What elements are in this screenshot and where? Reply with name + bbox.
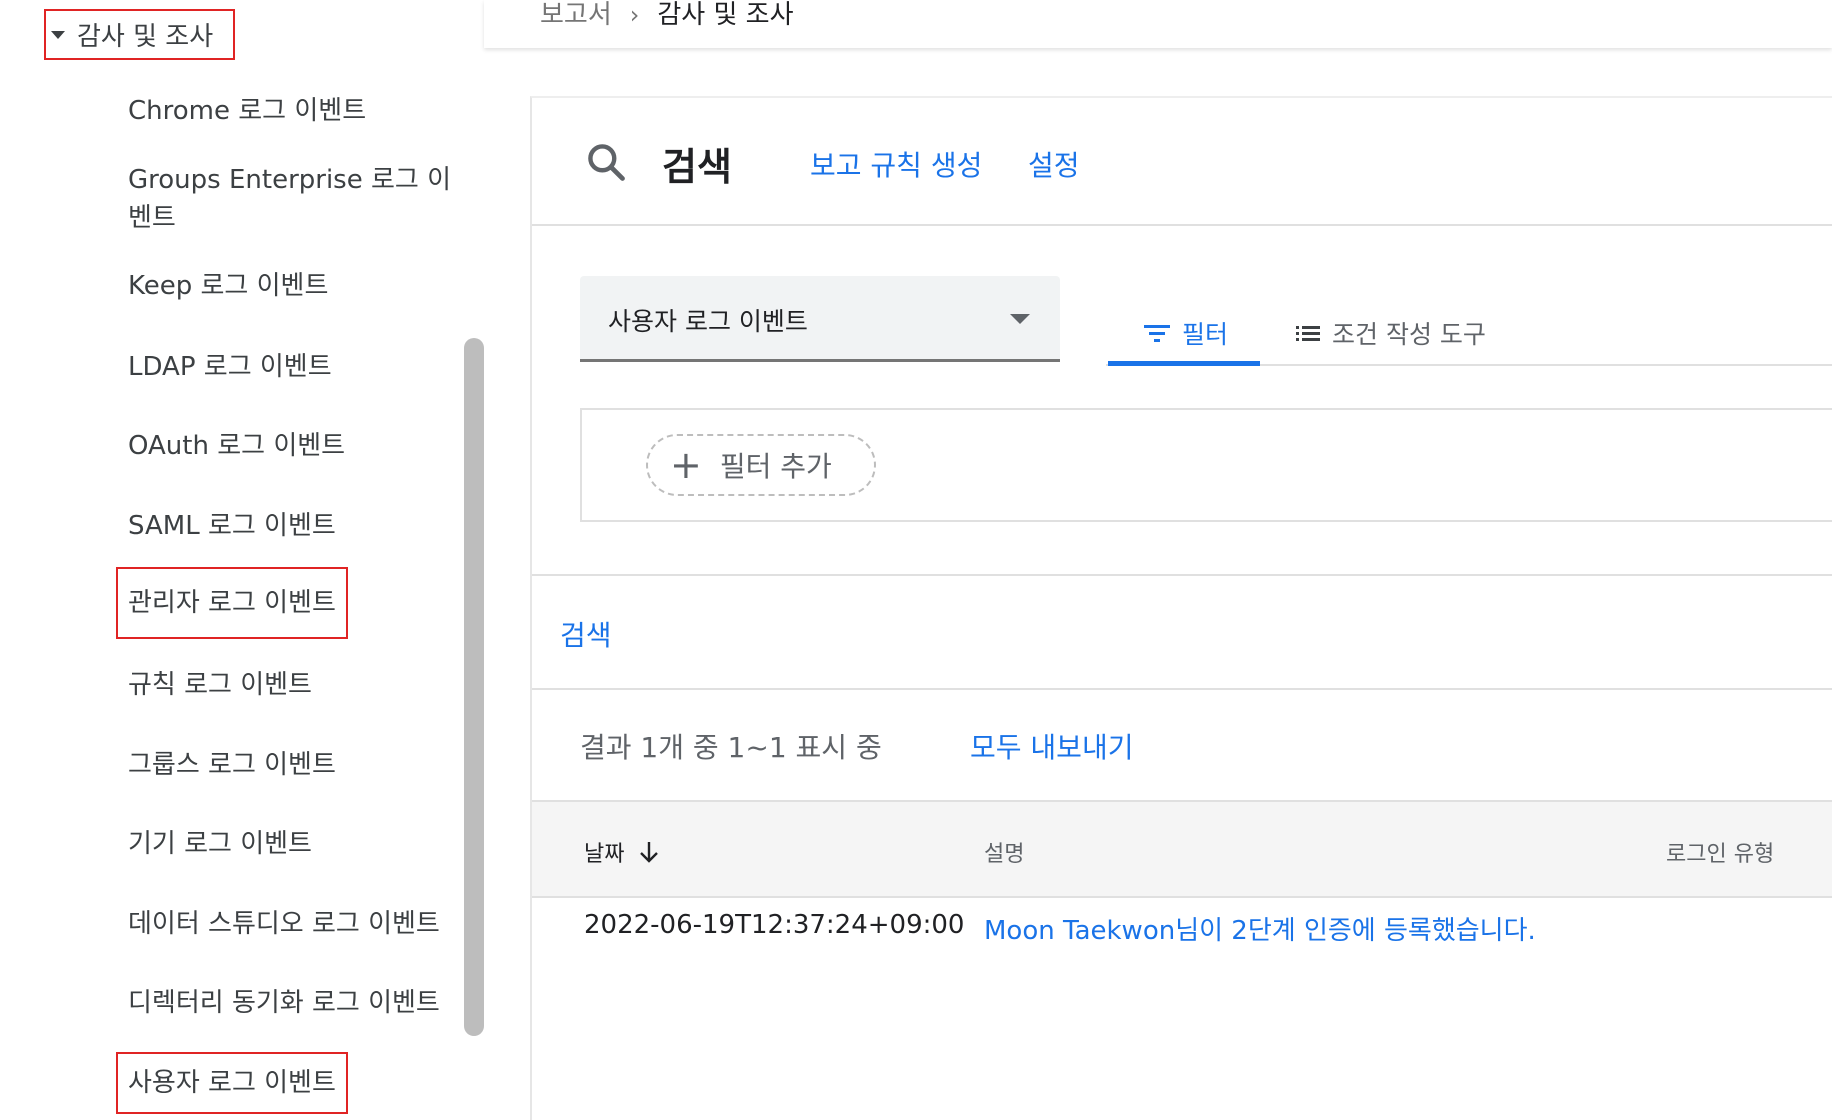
sidebar-item-groups-enterprise-cont[interactable]: 벤트 bbox=[128, 199, 176, 237]
settings-link[interactable]: 설정 bbox=[1028, 144, 1080, 184]
search-icon bbox=[588, 144, 625, 181]
sidebar-item-ldap[interactable]: LDAP 로그 이벤트 bbox=[128, 348, 332, 386]
arrow-down-icon bbox=[640, 842, 659, 863]
sidebar-section-label: 감사 및 조사 bbox=[77, 22, 214, 52]
data-source-select[interactable]: 사용자 로그 이벤트 bbox=[580, 276, 1060, 362]
table-header: 날짜 설명 로그인 유형 bbox=[532, 800, 1832, 898]
page-title: 검색 bbox=[662, 145, 732, 189]
breadcrumb-current: 감사 및 조사 bbox=[657, 0, 794, 30]
data-source-value: 사용자 로그 이벤트 bbox=[608, 307, 808, 336]
column-header-date-label: 날짜 bbox=[584, 842, 625, 867]
export-all-link[interactable]: 모두 내보내기 bbox=[970, 726, 1133, 766]
breadcrumb-separator: › bbox=[629, 1, 640, 29]
sidebar-item-directory-sync[interactable]: 디렉터리 동기화 로그 이벤트 bbox=[128, 984, 440, 1022]
sidebar: 감사 및 조사 Chrome 로그 이벤트 Groups Enterprise … bbox=[0, 0, 484, 1120]
active-tab-indicator bbox=[1108, 361, 1260, 366]
sidebar-item-chrome[interactable]: Chrome 로그 이벤트 bbox=[128, 92, 366, 130]
table-row-description[interactable]: Moon Taekwon님이 2단계 인증에 등록했습니다. bbox=[984, 910, 1536, 947]
breadcrumb-reports[interactable]: 보고서 bbox=[540, 0, 612, 30]
create-report-rule-link[interactable]: 보고 규칙 생성 bbox=[810, 144, 982, 184]
filter-area: + 필터 추가 bbox=[580, 408, 1832, 522]
add-filter-label: 필터 추가 bbox=[719, 450, 832, 483]
caret-down-icon bbox=[51, 30, 65, 39]
sidebar-item-oauth[interactable]: OAuth 로그 이벤트 bbox=[128, 427, 345, 465]
sidebar-item-groups[interactable]: 그룹스 로그 이벤트 bbox=[128, 746, 336, 784]
filter-icon bbox=[1144, 325, 1170, 342]
sidebar-item-data-studio[interactable]: 데이터 스튜디오 로그 이벤트 bbox=[128, 905, 440, 943]
tab-condition-builder[interactable]: 조건 작성 도구 bbox=[1296, 302, 1486, 364]
list-icon bbox=[1296, 326, 1320, 341]
sidebar-item-admin[interactable]: 관리자 로그 이벤트 bbox=[116, 567, 348, 639]
column-header-description[interactable]: 설명 bbox=[984, 836, 1024, 868]
add-filter-button[interactable]: + 필터 추가 bbox=[646, 434, 876, 496]
breadcrumb: 보고서 › 감사 및 조사 bbox=[484, 0, 1832, 48]
search-button[interactable]: 검색 bbox=[560, 614, 612, 654]
sidebar-item-rules[interactable]: 규칙 로그 이벤트 bbox=[128, 666, 312, 704]
sidebar-item-keep[interactable]: Keep 로그 이벤트 bbox=[128, 267, 328, 305]
table-row-date: 2022-06-19T12:37:24+09:00 bbox=[584, 910, 965, 940]
search-header: 검색 보고 규칙 생성 설정 bbox=[532, 98, 1832, 226]
tab-filter-label: 필터 bbox=[1182, 320, 1229, 349]
column-header-date[interactable]: 날짜 bbox=[584, 836, 660, 868]
sidebar-item-users[interactable]: 사용자 로그 이벤트 bbox=[116, 1052, 348, 1114]
sidebar-scrollbar[interactable] bbox=[464, 338, 484, 1036]
search-card: 검색 보고 규칙 생성 설정 사용자 로그 이벤트 필터 조건 작성 도구 + … bbox=[530, 96, 1832, 1120]
section-divider bbox=[532, 688, 1832, 690]
sidebar-section-audit[interactable]: 감사 및 조사 bbox=[44, 9, 235, 60]
tab-filter[interactable]: 필터 bbox=[1144, 302, 1228, 364]
sidebar-item-groups-enterprise[interactable]: Groups Enterprise 로그 이 bbox=[128, 161, 451, 199]
tab-condition-builder-label: 조건 작성 도구 bbox=[1332, 320, 1486, 349]
section-divider bbox=[532, 574, 1832, 576]
sidebar-item-devices[interactable]: 기기 로그 이벤트 bbox=[128, 825, 312, 863]
dropdown-arrow-icon bbox=[1010, 314, 1030, 324]
result-count: 결과 1개 중 1~1 표시 중 bbox=[580, 731, 882, 764]
plus-icon: + bbox=[670, 443, 702, 487]
sidebar-item-saml[interactable]: SAML 로그 이벤트 bbox=[128, 507, 336, 545]
column-header-login-type[interactable]: 로그인 유형 bbox=[1666, 836, 1774, 868]
